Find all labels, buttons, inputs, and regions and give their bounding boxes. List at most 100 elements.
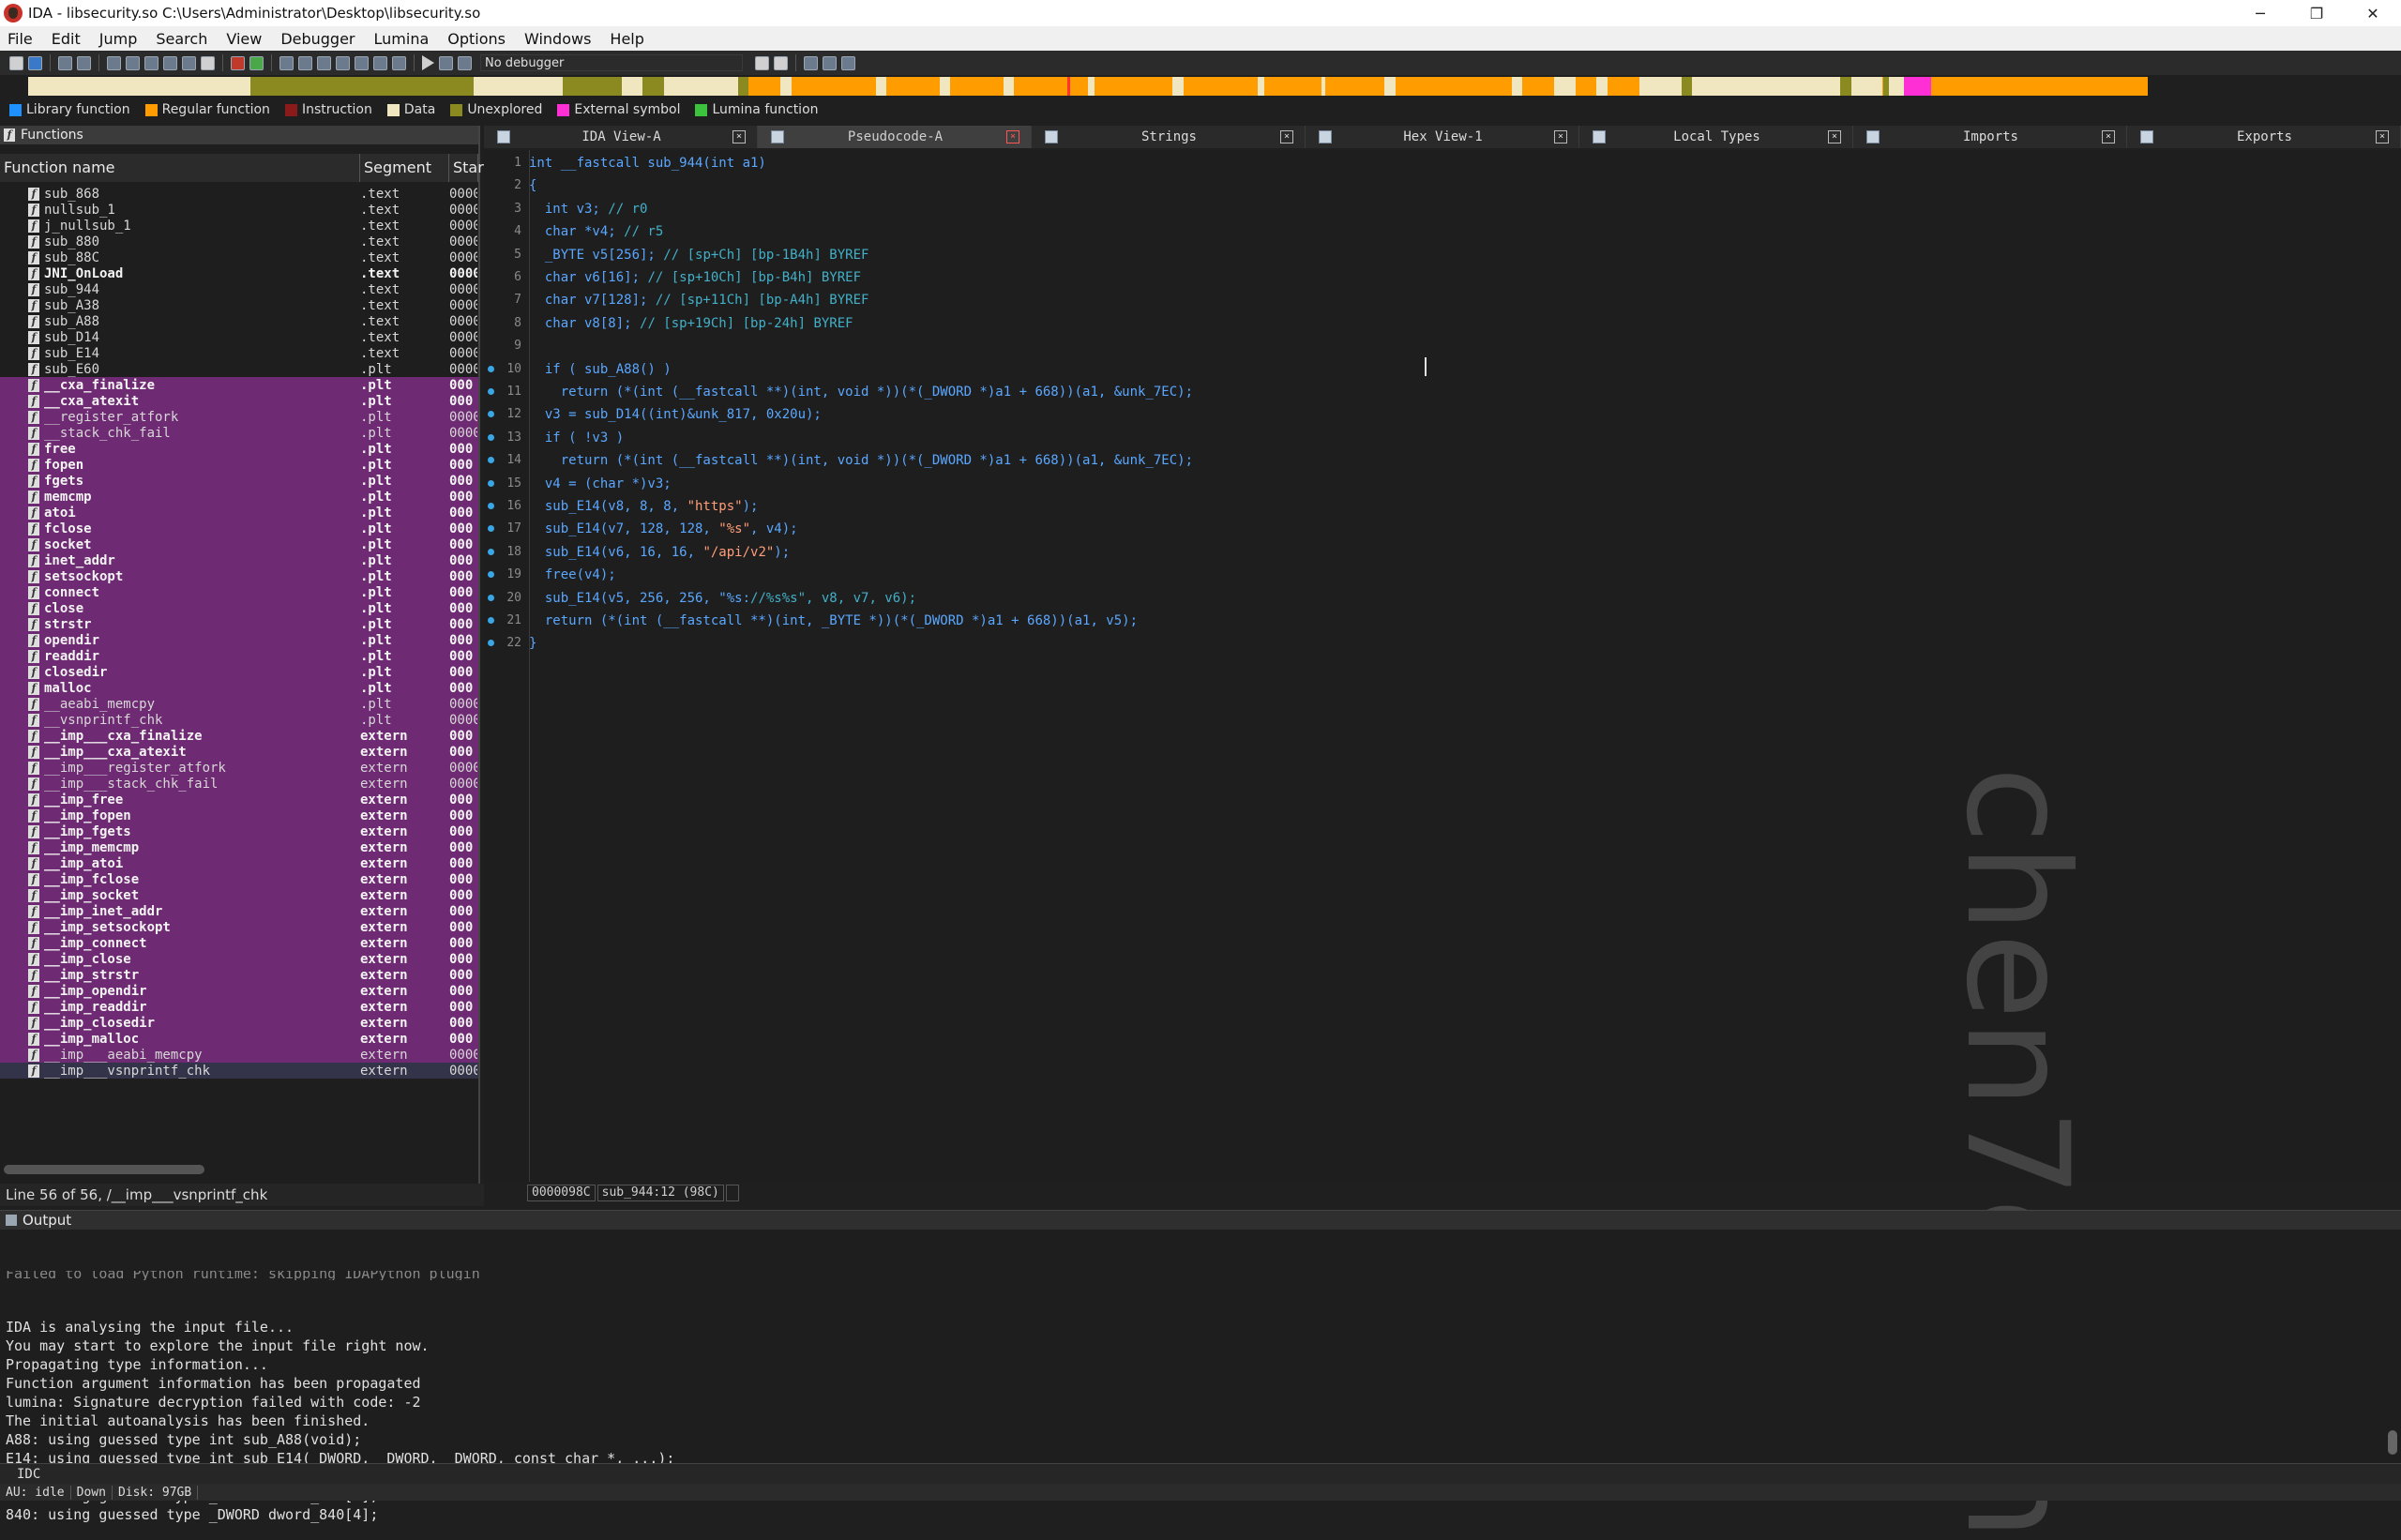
code-line[interactable]: sub_E14(v8, 8, 8, "https"); [484, 497, 2350, 516]
data-icon[interactable] [298, 55, 312, 70]
copy-icon[interactable] [107, 55, 121, 70]
open-icon[interactable] [9, 55, 23, 70]
function-row[interactable]: f __imp___vsnprintf_chk extern 0000 [0, 1063, 478, 1079]
function-row[interactable]: f JNI_OnLoad .text 0000 [0, 265, 478, 281]
column-start[interactable]: Star [449, 154, 484, 182]
function-row[interactable]: f free .plt 000 [0, 441, 478, 457]
function-row[interactable]: f fopen .plt 000 [0, 457, 478, 473]
code-line[interactable]: v4 = (char *)v3; [484, 475, 2350, 493]
function-row[interactable]: f nullsub_1 .text 0000 [0, 202, 478, 218]
function-icon[interactable] [373, 55, 387, 70]
function-row[interactable]: f __imp_strstr extern 000 [0, 967, 478, 983]
code-line[interactable]: return (*(int (__fastcall **)(int, void … [484, 451, 2350, 470]
function-row[interactable]: f __imp_setsockopt extern 000 [0, 919, 478, 935]
function-row[interactable]: f __imp_socket extern 000 [0, 887, 478, 903]
column-segment[interactable]: Segment [360, 154, 449, 182]
function-row[interactable]: f __vsnprintf_chk .plt 0000 [0, 712, 478, 728]
minimize-button[interactable]: ─ [2232, 0, 2288, 26]
function-row[interactable]: f sub_868 .text 0000 [0, 186, 478, 202]
function-row[interactable]: f __imp_malloc extern 000 [0, 1031, 478, 1047]
tab-close-icon[interactable]: × [2376, 130, 2389, 143]
menu-help[interactable]: Help [600, 30, 653, 48]
output-scrollbar[interactable] [2388, 1430, 2397, 1455]
function-row[interactable]: f fgets .plt 000 [0, 473, 478, 489]
menu-options[interactable]: Options [438, 30, 515, 48]
function-row[interactable]: f atoi .plt 000 [0, 505, 478, 521]
menu-lumina[interactable]: Lumina [365, 30, 439, 48]
list-icon[interactable] [823, 55, 837, 70]
menu-file[interactable]: File [0, 30, 42, 48]
code-line[interactable]: char v7[128]; // [sp+11Ch] [bp-A4h] BYRE… [484, 291, 2350, 310]
idc-command-bar[interactable]: IDC [0, 1463, 2401, 1485]
save-icon[interactable] [28, 55, 42, 70]
function-row[interactable]: f j_nullsub_1 .text 0000 [0, 218, 478, 234]
forward-icon[interactable] [77, 55, 91, 70]
function-row[interactable]: f connect .plt 000 [0, 584, 478, 600]
array-icon[interactable] [336, 55, 350, 70]
horizontal-scrollbar[interactable] [4, 1165, 204, 1174]
code-line[interactable]: int v3; // r0 [484, 200, 2350, 219]
menu-search[interactable]: Search [146, 30, 217, 48]
code-line[interactable]: sub_E14(v5, 256, 256, "%s://%s%s", v8, v… [484, 589, 2350, 608]
tab-close-icon[interactable]: × [1828, 130, 1841, 143]
function-row[interactable]: f inet_addr .plt 000 [0, 552, 478, 568]
code-line[interactable]: _BYTE v5[256]; // [sp+Ch] [bp-1B4h] BYRE… [484, 246, 2350, 264]
function-row[interactable]: f __imp_readdir extern 000 [0, 999, 478, 1015]
code-line[interactable]: char *v4; // r5 [484, 222, 2350, 241]
attach-icon[interactable] [755, 55, 769, 70]
code-line[interactable]: v3 = sub_D14((int)&unk_817, 0x20u); [484, 405, 2350, 424]
tab-exports[interactable]: Exports × [2127, 126, 2401, 148]
menu-edit[interactable]: Edit [42, 30, 90, 48]
lumina-icon[interactable] [249, 55, 264, 70]
function-row[interactable]: f __imp_free extern 000 [0, 792, 478, 808]
function-row[interactable]: f __stack_chk_fail .plt 0000 [0, 425, 478, 441]
function-row[interactable]: f sub_E14 .text 0000 [0, 345, 478, 361]
pseudocode-view[interactable]: 1 2 3 4 5 6 7 8 9 10 11 12 13 14 15 16 17 18 19 20 21 22 int … [484, 150, 2401, 1182]
function-row[interactable]: f setsockopt .plt 000 [0, 568, 478, 584]
struct-icon[interactable] [317, 55, 331, 70]
tab-close-icon[interactable]: × [732, 130, 746, 143]
function-row[interactable]: f closedir .plt 000 [0, 664, 478, 680]
restore-button[interactable]: ❐ [2288, 0, 2345, 26]
tab-strings[interactable]: Strings × [1032, 126, 1306, 148]
stop-icon[interactable] [458, 55, 472, 70]
tab-close-icon[interactable]: × [1280, 130, 1293, 143]
function-row[interactable]: f __imp_connect extern 000 [0, 935, 478, 951]
code-line[interactable]: char v8[8]; // [sp+19Ch] [bp-24h] BYREF [484, 314, 2350, 333]
function-row[interactable]: f sub_88C .text 0000 [0, 249, 478, 265]
function-row[interactable]: f sub_944 .text 0000 [0, 281, 478, 297]
code-line[interactable] [484, 337, 2350, 355]
function-row[interactable]: f __imp_closedir extern 000 [0, 1015, 478, 1031]
function-row[interactable]: f __imp___cxa_atexit extern 000 [0, 744, 478, 760]
function-row[interactable]: f __imp_fclose extern 000 [0, 871, 478, 887]
navigation-band[interactable] [28, 77, 2148, 96]
tab-local-types[interactable]: Local Types × [1579, 126, 1853, 148]
function-row[interactable]: f sub_A88 .text 0000 [0, 313, 478, 329]
function-row[interactable]: f sub_D14 .text 0000 [0, 329, 478, 345]
function-row[interactable]: f __cxa_atexit .plt 000 [0, 393, 478, 409]
ascii-icon[interactable] [201, 55, 215, 70]
function-row[interactable]: f __imp___stack_chk_fail extern 0000 [0, 776, 478, 792]
code-icon[interactable] [279, 55, 294, 70]
function-row[interactable]: f __imp_atoi extern 000 [0, 855, 478, 871]
code-line[interactable]: if ( !v3 ) [484, 429, 2350, 447]
function-row[interactable]: f opendir .plt 000 [0, 632, 478, 648]
function-row[interactable]: f malloc .plt 000 [0, 680, 478, 696]
function-row[interactable]: f __imp_opendir extern 000 [0, 983, 478, 999]
tab-close-icon[interactable]: × [1554, 130, 1567, 143]
graph-icon[interactable] [392, 55, 406, 70]
tab-close-icon[interactable]: × [1006, 130, 1019, 143]
menu-list-icon[interactable] [841, 55, 855, 70]
function-row[interactable]: f __imp_inet_addr extern 000 [0, 903, 478, 919]
play-icon[interactable] [422, 55, 434, 70]
pause-icon[interactable] [439, 55, 453, 70]
function-row[interactable]: f fclose .plt 000 [0, 521, 478, 536]
code-line[interactable]: return (*(int (__fastcall **)(int, void … [484, 383, 2350, 401]
function-row[interactable]: f __cxa_finalize .plt 000 [0, 377, 478, 393]
function-row[interactable]: f __register_atfork .plt 0000 [0, 409, 478, 425]
code-line[interactable]: free(v4); [484, 566, 2350, 584]
function-row[interactable]: f strstr .plt 000 [0, 616, 478, 632]
idc-button[interactable]: IDC [17, 1467, 40, 1482]
back-icon[interactable] [58, 55, 72, 70]
tab-hex-view-1[interactable]: Hex View-1 × [1306, 126, 1579, 148]
